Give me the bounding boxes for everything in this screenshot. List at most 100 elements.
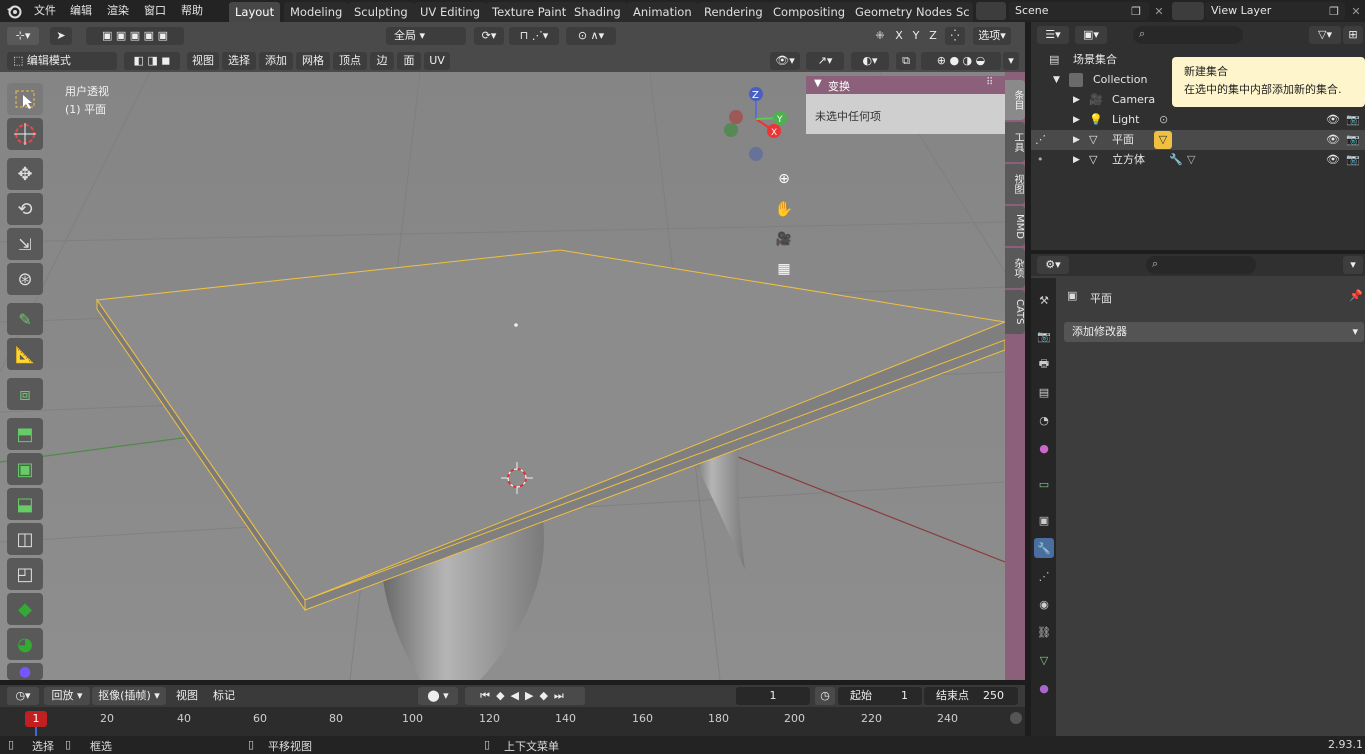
mirror-icon[interactable]: ⁜ [872,27,888,45]
render-camera-icon[interactable]: 📷 [1346,130,1360,150]
drag-handle-icon[interactable]: ⠿ [986,77,993,88]
menu-add[interactable]: 添加 [259,52,293,70]
properties-editor-type-icon[interactable]: ⚙▾ [1037,256,1069,274]
scene-selector-icon[interactable] [976,2,1006,20]
tab-shading[interactable]: Shading [568,2,627,22]
annotate-tool[interactable]: ✎ [7,303,43,335]
tab-misc[interactable]: 杂项 [1005,248,1025,288]
scale-tool[interactable]: ⇲ [7,228,43,260]
tab-mmd[interactable]: MMD [1005,206,1025,246]
knife-tool[interactable]: ◰ [7,558,43,590]
light-data-icon[interactable]: ⊙ [1159,110,1168,130]
visibility-icon[interactable]: 👁▾ [770,52,800,70]
expand-arrow-icon[interactable]: ▶ [1073,150,1080,170]
snap-icon[interactable]: ⊓ ⋰▾ [509,27,559,45]
add-cube-tool[interactable]: ⧈ [7,378,43,410]
properties-search-input[interactable]: ⌕ [1146,256,1256,274]
select-box-tool[interactable] [7,83,43,115]
transform-panel-header[interactable]: ▼ 变换 ⠿ [806,76,1005,94]
edit-mode-icon[interactable]: ⋰ [1035,130,1046,150]
properties-options-icon[interactable]: ▾ [1343,256,1363,274]
outliner-editor-type-icon[interactable]: ☰▾ [1037,26,1069,44]
view-layer-tab-icon[interactable]: ▤ [1034,382,1054,402]
tab-layout[interactable]: Layout [229,2,281,22]
object-tab-icon[interactable]: ▣ [1034,510,1054,530]
keying-dropdown[interactable]: 抠像(插帧) ▾ [92,687,166,705]
menu-render[interactable]: 渲染 [107,2,129,18]
render-camera-icon[interactable]: 📷 [1346,110,1360,130]
orientation-dropdown[interactable]: 全局 ▾ [386,27,466,45]
timeline-marker-menu[interactable]: 标记 [209,687,239,705]
playhead[interactable]: 1 [25,711,47,727]
menu-view[interactable]: 视图 [187,52,219,70]
proportional-edit-icon[interactable]: ⊙ ∧▾ [566,27,616,45]
mesh-data-icon[interactable]: ▽ [1154,131,1172,149]
current-frame-field[interactable]: 1 [736,687,810,705]
tab-modeling[interactable]: Modeling [284,2,349,22]
mode-dropdown[interactable]: ⬚ 编辑模式 [7,52,117,70]
physics-tab-icon[interactable]: ◉ [1034,594,1054,614]
constraints-tab-icon[interactable]: ⛓ [1034,622,1054,642]
copy-view-layer-icon[interactable]: ❐ [1325,2,1343,20]
add-modifier-dropdown[interactable]: 添加修改器 ▾ [1064,322,1364,342]
timeline-view-menu[interactable]: 视图 [172,687,202,705]
visibility-eye-icon[interactable]: 👁 [1326,110,1340,130]
close-scene-icon[interactable]: ✕ [1150,2,1168,20]
smooth-tool[interactable]: ● [7,663,43,680]
outliner-search-input[interactable]: ⌕ [1133,26,1243,44]
start-frame-field[interactable]: 起始 1 [838,687,922,705]
playback-controls[interactable]: ⏮◆◀▶◆⏭ [465,687,585,705]
tab-scripting[interactable]: Sc [953,2,973,22]
xray-buttons[interactable]: ◧ ◨ ◼ [124,52,180,70]
axis-y-toggle[interactable]: Y [909,27,923,45]
axis-z-toggle[interactable]: Z [926,27,940,45]
inset-tool[interactable]: ▣ [7,453,43,485]
tab-item[interactable]: 条目 [1005,80,1025,120]
tab-texture-paint[interactable]: Texture Paint [486,2,573,22]
bevel-tool[interactable]: ⬓ [7,488,43,520]
copy-scene-icon[interactable]: ❐ [1127,2,1145,20]
expand-arrow-icon[interactable]: ▼ [1053,70,1060,90]
view-layer-selector-icon[interactable] [1172,2,1204,20]
tool-tab-icon[interactable]: ⚒ [1034,290,1054,310]
zoom-icon[interactable]: ⊕ [773,168,795,190]
menu-file[interactable]: 文件 [34,2,56,18]
menu-edge[interactable]: 边 [370,52,394,70]
new-collection-icon[interactable]: ⊞ [1343,26,1363,44]
xray-toggle-icon[interactable]: ⧉ [896,52,916,70]
tab-compositing[interactable]: Compositing [767,2,852,22]
options-dropdown[interactable]: 选项▾ [973,27,1011,45]
render-tab-icon[interactable]: 📷 [1034,326,1054,346]
gizmo-toggle-icon[interactable]: ↗▾ [806,52,844,70]
end-frame-field[interactable]: 结束点 250 [924,687,1018,705]
scene-tab-icon[interactable]: ◔ [1034,410,1054,430]
tab-sculpting[interactable]: Sculpting [348,2,414,22]
editor-type-icon[interactable]: ⊹▾ [7,27,39,45]
outliner-row-light[interactable]: ▶ 💡 Light ⊙ 👁 📷 [1031,110,1365,130]
shading-mode-buttons[interactable]: ⊕ ● ◑ ◒ [921,52,1001,70]
extrude-tool[interactable]: ⬒ [7,418,43,450]
spin-tool[interactable]: ◕ [7,628,43,660]
modifier-wrench-icon[interactable]: 🔧 [1169,150,1183,170]
pivot-icon[interactable]: ⟳▾ [474,27,504,45]
menu-face[interactable]: 面 [397,52,421,70]
expand-arrow-icon[interactable]: ▶ [1073,90,1080,110]
shading-dropdown-icon[interactable]: ▾ [1003,52,1019,70]
outliner-row-plane[interactable]: ⋰ ▶ ▽ 平面 ▽ 👁 📷 [1031,130,1365,150]
tab-cats[interactable]: CATS [1005,290,1025,334]
stopwatch-icon[interactable]: ◷ [815,687,835,705]
particles-tab-icon[interactable]: ⋰ [1034,566,1054,586]
visibility-eye-icon[interactable]: 👁 [1326,130,1340,150]
expand-arrow-icon[interactable]: ▶ [1073,130,1080,150]
move-tool[interactable]: ✥ [7,158,43,190]
menu-help[interactable]: 帮助 [181,2,203,18]
menu-select[interactable]: 选择 [222,52,256,70]
menu-mesh[interactable]: 网格 [296,52,330,70]
filter-icon[interactable]: ▽▾ [1309,26,1341,44]
navigation-gizmo[interactable]: Z Y X [716,82,796,166]
select-mode-buttons[interactable]: ▣ ▣ ▣ ▣ ▣ [86,27,184,45]
menu-window[interactable]: 窗口 [144,2,166,18]
cursor-tool[interactable] [7,118,43,150]
menu-vertex[interactable]: 顶点 [333,52,367,70]
expand-arrow-icon[interactable]: ▶ [1073,110,1080,130]
